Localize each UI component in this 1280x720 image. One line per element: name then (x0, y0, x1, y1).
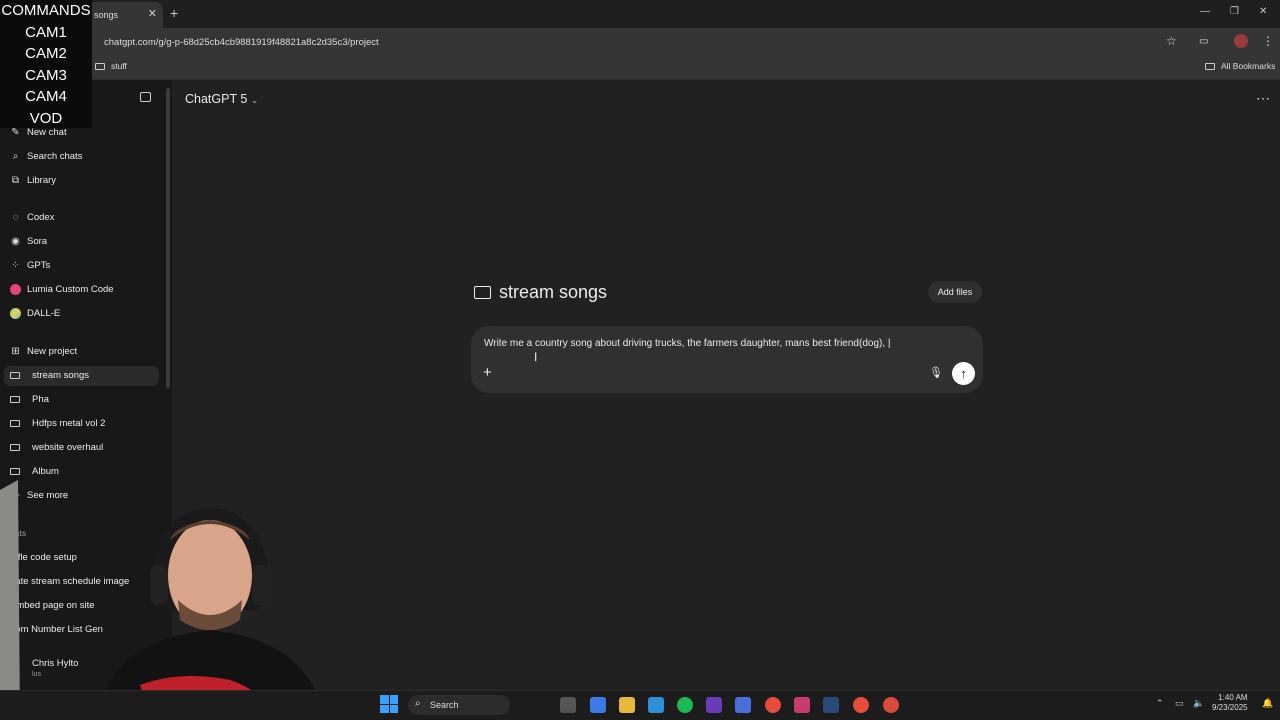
cast-icon[interactable]: ▭ (1199, 36, 1208, 47)
all-bookmarks[interactable]: All Bookmarks (1205, 61, 1275, 71)
new-tab-button[interactable]: + (170, 5, 178, 21)
file-explorer-icon[interactable] (619, 697, 635, 713)
overlay-command: CAM3 (25, 67, 67, 84)
network-icon[interactable]: ▭ (1175, 698, 1184, 709)
microphone-icon[interactable]: 🎙 (929, 366, 943, 379)
sora-icon: ◉ (11, 236, 20, 247)
close-window-icon[interactable]: ✕ (1259, 6, 1267, 17)
webcam-overlay (0, 480, 325, 720)
overlay-heading: COMMANDS (1, 2, 91, 19)
codex-icon: ◌ (12, 212, 19, 223)
dalle-avatar-icon (10, 308, 21, 319)
edit-icon: ✎ (11, 127, 20, 138)
chevron-down-icon: ⌄ (250, 95, 259, 105)
bookmarks-bar (0, 56, 1280, 80)
sidebar-item-hdfps-metal[interactable]: Hdfps metal vol 2 (10, 418, 105, 429)
chevron-up-icon[interactable]: ⌃ (1156, 698, 1164, 709)
close-tab-icon[interactable]: ✕ (148, 7, 157, 20)
sidebar-item-website-overhaul[interactable]: website overhaul (10, 442, 103, 453)
sidebar-item-lumia-custom-code[interactable]: Lumia Custom Code (10, 284, 114, 295)
windows-start-icon[interactable] (380, 695, 398, 713)
folder-plus-icon: ⊞ (11, 346, 20, 357)
sidebar-item-pha[interactable]: Pha (10, 394, 49, 405)
folder-icon (10, 468, 20, 475)
search-icon: ⌕ (12, 151, 19, 162)
folder-icon (95, 63, 105, 71)
sidebar-item-library[interactable]: ⧉ Library (10, 175, 56, 186)
copilot-icon[interactable] (590, 697, 606, 713)
sidebar-item-album[interactable]: Album (10, 466, 59, 477)
folder-icon (10, 396, 20, 403)
sidebar-scrollbar[interactable] (166, 88, 170, 388)
chrome-profile-icon[interactable] (883, 697, 899, 713)
overlay-command: CAM2 (25, 45, 67, 62)
volume-icon[interactable]: 🔈 (1193, 698, 1204, 709)
sidebar-item-stream-songs[interactable]: stream songs (10, 370, 89, 381)
add-files-button[interactable]: Add files (928, 281, 982, 303)
browser-tab-bar (0, 0, 1280, 28)
overlay-command: VOD (29, 110, 63, 127)
profile-avatar[interactable] (1234, 34, 1248, 48)
sidebar-item-search-chats[interactable]: ⌕ Search chats (10, 151, 83, 162)
browser-menu-icon[interactable]: ⋮ (1262, 34, 1274, 48)
model-selector[interactable]: ChatGPT 5 ⌄ (185, 92, 258, 106)
hud-fx-icon[interactable] (706, 697, 722, 713)
bookmark-stuff[interactable]: stuff (95, 61, 127, 71)
url-field[interactable]: chatgpt.com/g/g-p-68d25cb4cb9881919f4882… (104, 37, 379, 48)
restore-icon[interactable]: ❐ (1230, 6, 1239, 17)
chrome-icon[interactable] (765, 697, 781, 713)
sidebar-item-dall-e[interactable]: DALL-E (10, 308, 60, 319)
gpt-avatar-icon (10, 284, 21, 295)
overlay-command: CAM1 (25, 24, 67, 41)
grid-icon: ⁘ (11, 260, 20, 271)
task-view-icon[interactable] (560, 697, 576, 713)
windows-taskbar (0, 690, 1280, 720)
app-icon[interactable] (735, 697, 751, 713)
library-icon: ⧉ (11, 175, 20, 186)
tab-title: songs (94, 10, 119, 20)
sidebar-item-sora[interactable]: ◉ Sora (10, 236, 47, 247)
prompt-input[interactable]: Write me a country song about driving tr… (484, 338, 891, 349)
taskbar-clock[interactable]: 1:40 AM 9/23/2025 (1212, 693, 1248, 713)
project-title: stream songs (474, 282, 607, 303)
attach-plus-icon[interactable]: + (483, 364, 492, 381)
star-icon[interactable]: ☆ (1166, 34, 1177, 48)
chrome-icon[interactable] (853, 697, 869, 713)
folder-icon (10, 444, 20, 451)
send-button[interactable]: ↑ (952, 362, 975, 385)
overlay-command: CAM4 (25, 88, 67, 105)
folder-icon (10, 372, 20, 379)
spotify-icon[interactable] (677, 697, 693, 713)
folder-icon (10, 420, 20, 427)
sidebar-item-new-project[interactable]: ⊞ New project (10, 346, 77, 357)
notepad-icon[interactable] (648, 697, 664, 713)
text-cursor-icon: I (534, 350, 538, 364)
sidebar-item-new-chat[interactable]: ✎ New chat (10, 127, 66, 138)
steam-icon[interactable] (823, 697, 839, 713)
notifications-icon[interactable]: 🔔 (1262, 698, 1273, 709)
sidebar-toggle-icon[interactable] (140, 92, 151, 102)
minimize-icon[interactable]: — (1200, 6, 1210, 17)
prompt-composer[interactable] (471, 326, 983, 393)
sidebar-item-gpts[interactable]: ⁘ GPTs (10, 260, 50, 271)
more-options-icon[interactable]: ⋯ (1256, 90, 1270, 107)
sidebar-item-codex[interactable]: ◌ Codex (10, 212, 55, 223)
folder-icon (474, 286, 491, 299)
search-icon: ⌕ (415, 698, 421, 709)
stream-commands-overlay: COMMANDS CAM1 CAM2 CAM3 CAM4 VOD (0, 0, 92, 128)
app-icon[interactable] (794, 697, 810, 713)
folder-icon (1205, 63, 1215, 71)
taskbar-search[interactable]: ⌕ Search (408, 695, 510, 715)
